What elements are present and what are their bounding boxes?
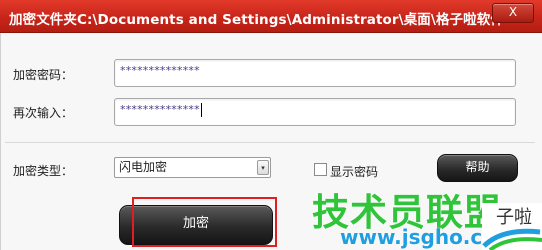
- confirm-password-field[interactable]: **************: [114, 98, 516, 126]
- encryption-type-value: 闪电加密: [119, 160, 168, 174]
- password-value: **************: [120, 64, 200, 77]
- highlight-frame: [132, 197, 277, 247]
- password-field[interactable]: **************: [114, 59, 516, 87]
- close-button[interactable]: X: [492, 3, 534, 23]
- password-label: 加密密码：: [13, 68, 74, 82]
- section-divider: [5, 142, 535, 143]
- help-button[interactable]: 帮助: [437, 154, 518, 182]
- confirm-password-label: 再次输入：: [13, 106, 74, 120]
- watermark-tag: 子啦: [482, 203, 542, 250]
- title-bar: 加密文件夹C:\Documents and Settings\Administr…: [0, 0, 542, 33]
- watermark-swirl-icon: [482, 228, 542, 250]
- window-title: 加密文件夹C:\Documents and Settings\Administr…: [9, 12, 504, 28]
- show-password-checkbox[interactable]: [314, 163, 327, 176]
- show-password-label: 显示密码: [330, 165, 379, 179]
- chevron-down-icon[interactable]: ▾: [257, 160, 269, 175]
- confirm-password-value: **************: [120, 103, 200, 116]
- encryption-type-label: 加密类型：: [13, 164, 74, 178]
- text-cursor: [200, 103, 202, 117]
- encryption-type-select[interactable]: 闪电加密 ▾: [114, 157, 271, 178]
